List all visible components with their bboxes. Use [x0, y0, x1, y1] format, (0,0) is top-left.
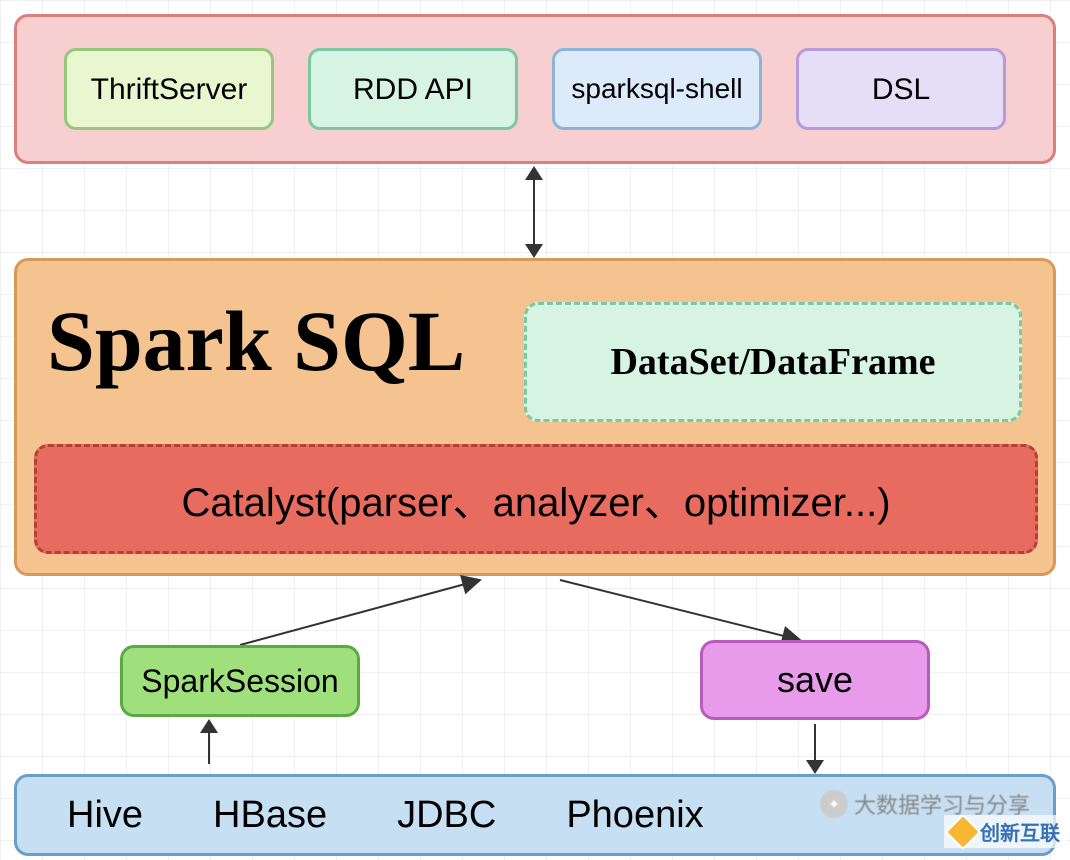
- api-container: ThriftServer RDD API sparksql-shell DSL: [14, 14, 1056, 164]
- arrow-head-up-icon: [525, 166, 543, 180]
- spark-sql-title: Spark SQL: [47, 291, 465, 391]
- source-jdbc: JDBC: [397, 794, 496, 837]
- save-box: save: [700, 640, 930, 720]
- source-phoenix: Phoenix: [566, 794, 703, 837]
- sparksql-shell-box: sparksql-shell: [552, 48, 762, 130]
- arrow-session-sources: [208, 728, 210, 764]
- arrow-top-spark: [533, 175, 535, 245]
- brand-text: 创新互联: [980, 817, 1060, 846]
- rdd-api-box: RDD API: [308, 48, 518, 130]
- brand-logo-icon: [945, 813, 982, 850]
- source-hbase: HBase: [213, 794, 327, 837]
- arrow-head-down-icon: [525, 244, 543, 258]
- arrow-save-sources: [814, 724, 816, 762]
- source-hive: Hive: [67, 794, 143, 837]
- wechat-icon: ✦: [820, 790, 848, 818]
- watermark-brand: 创新互联: [944, 815, 1066, 848]
- thrift-server-box: ThriftServer: [64, 48, 274, 130]
- arrow-head-up-icon: [200, 719, 218, 733]
- catalyst-box: Catalyst(parser、analyzer、optimizer...): [34, 444, 1038, 554]
- spark-session-box: SparkSession: [120, 645, 360, 717]
- dataset-dataframe-box: DataSet/DataFrame: [524, 302, 1022, 422]
- dsl-box: DSL: [796, 48, 1006, 130]
- arrow-head-down-icon: [806, 760, 824, 774]
